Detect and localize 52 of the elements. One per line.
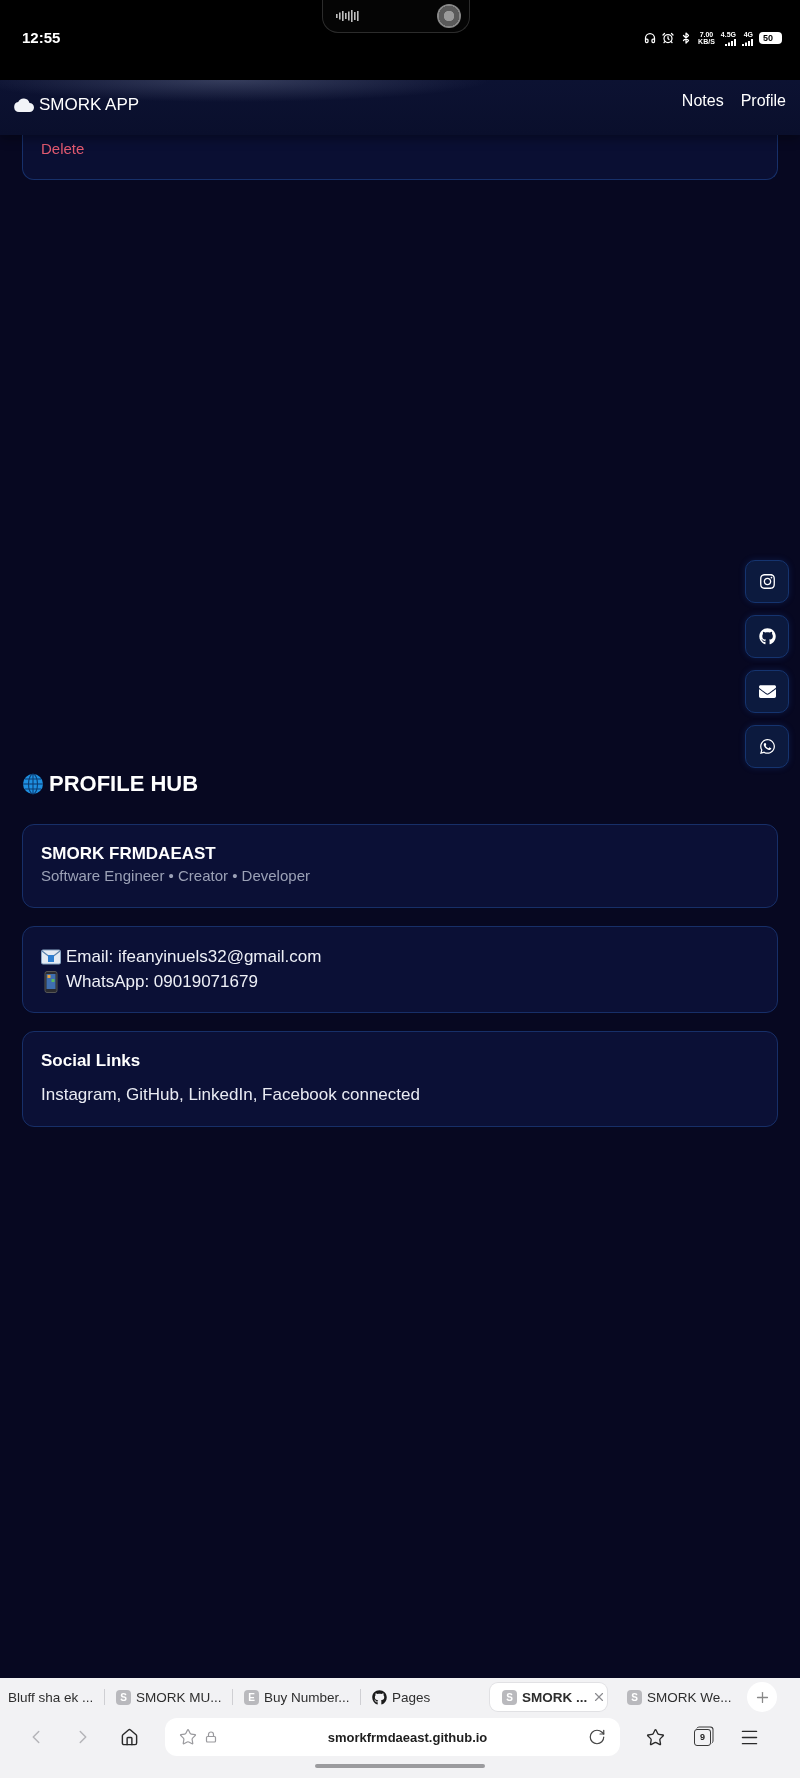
whatsapp-button[interactable]	[745, 725, 789, 768]
social-text: Instagram, GitHub, LinkedIn, Facebook connected	[41, 1084, 421, 1106]
browser-tab[interactable]: S SMORK ...	[490, 1683, 607, 1711]
headphones-icon	[644, 32, 657, 44]
favicon-icon: S	[116, 1689, 131, 1705]
browser-tab[interactable]: E Buy Number...	[233, 1683, 360, 1711]
reload-icon[interactable]	[588, 1728, 606, 1746]
lock-icon	[205, 1731, 217, 1743]
contact-text: Email: ifeanyinuels32@gmail.com	[66, 946, 322, 968]
envelope-icon	[41, 948, 61, 965]
instagram-button[interactable]	[745, 560, 789, 603]
alarm-icon	[662, 32, 675, 44]
globe-icon	[22, 773, 44, 795]
url-text: smorkfrmdaeast.github.io	[326, 1729, 489, 1745]
waveform-icon	[336, 10, 360, 22]
star-icon	[179, 1728, 197, 1746]
signal-icon	[725, 38, 736, 46]
browser-tab[interactable]: S SMORK We...	[616, 1683, 743, 1711]
favicon-icon: E	[244, 1689, 259, 1705]
favicon-icon: S	[627, 1689, 642, 1705]
favicon-icon: S	[502, 1689, 517, 1705]
home-icon	[120, 1727, 139, 1747]
github-button[interactable]	[745, 615, 789, 658]
browser-tab[interactable]: Bluff sha ek ...	[0, 1683, 104, 1711]
social-heading: Social Links	[41, 1051, 142, 1071]
delete-button[interactable]: Delete	[41, 140, 85, 158]
star-icon	[646, 1727, 665, 1747]
nav-link[interactable]: Notes	[681, 91, 724, 111]
battery-indicator: 50	[759, 32, 782, 44]
cloud-icon	[14, 98, 34, 112]
phone-icon	[41, 970, 61, 993]
address-field[interactable]: smorkfrmdaeast.github.io	[165, 1718, 620, 1756]
browser-tab[interactable]: S SMORK MU...	[105, 1683, 232, 1711]
tabs-button[interactable]: 9	[679, 1719, 726, 1755]
app-title: SMORK APP	[39, 95, 140, 115]
tab-count: 9	[694, 1728, 711, 1746]
new-tab-button[interactable]	[747, 1682, 777, 1712]
browser-tab[interactable]: Pages	[361, 1683, 488, 1711]
profile-tagline: Software Engineer • Creator • Developer	[41, 866, 311, 886]
signal-icon	[742, 38, 753, 46]
instagram-icon	[758, 573, 776, 590]
github-icon	[758, 628, 776, 645]
mail-icon	[758, 683, 776, 700]
profile-name: SMORK FRMDAEAST	[41, 844, 217, 864]
whatsapp-icon	[758, 738, 776, 755]
section-title: PROFILE HUB	[49, 771, 199, 797]
clock-time: 12:55	[22, 29, 61, 47]
github-icon	[372, 1689, 387, 1705]
nav-link[interactable]: Profile	[740, 91, 786, 111]
contact-text: WhatsApp: 09019071679	[66, 971, 258, 993]
album-art-placeholder	[437, 4, 461, 28]
email-button[interactable]	[745, 670, 789, 713]
